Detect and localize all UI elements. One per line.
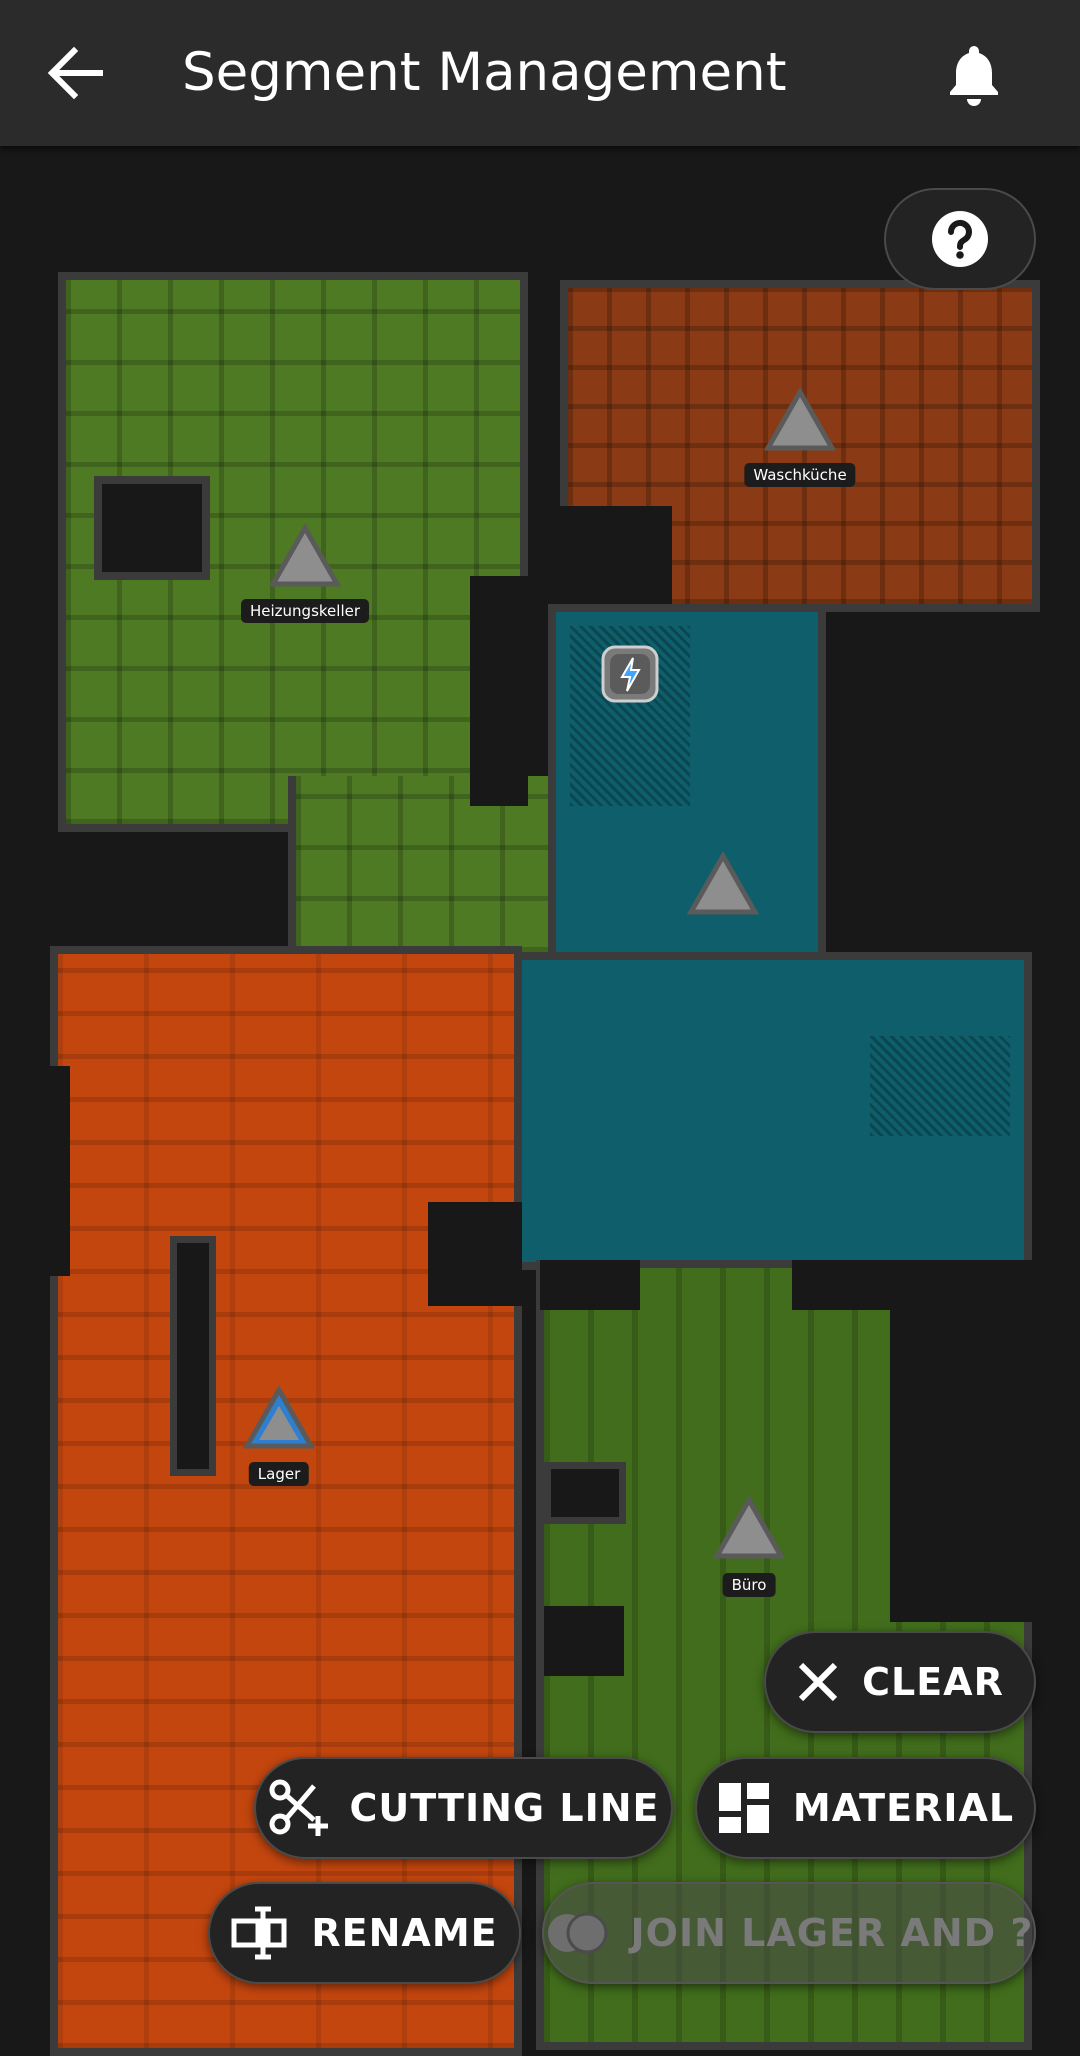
join-button[interactable]: JOIN LAGER AND ? (542, 1882, 1036, 1984)
wall-block (544, 1462, 626, 1524)
close-icon (799, 1662, 838, 1702)
segment-label-heizungskeller: Heizungskeller (240, 599, 370, 623)
segment-label-lager: Lager (248, 1462, 310, 1486)
bell-icon[interactable] (944, 40, 1004, 106)
join-label: JOIN LAGER AND ? (630, 1911, 1034, 1955)
dashboard-icon (718, 1783, 769, 1833)
wall-block (540, 1260, 640, 1310)
wall-block (470, 576, 528, 806)
clear-label: CLEAR (862, 1660, 1004, 1704)
wall-block (890, 1310, 1032, 1622)
page-title: Segment Management (182, 42, 787, 103)
segment-marker-waschkueche[interactable] (764, 388, 836, 452)
help-button[interactable] (884, 188, 1036, 290)
set-merge-icon (547, 1912, 608, 1954)
cutting-line-label: CUTTING LINE (349, 1786, 660, 1830)
help-circle-icon (932, 211, 988, 267)
rename-button[interactable]: RENAME (208, 1882, 521, 1984)
wall-block (544, 1606, 624, 1676)
dock-station (600, 644, 660, 704)
segment-label-buero: Büro (722, 1573, 776, 1597)
arrow-left-icon[interactable] (40, 40, 112, 106)
segment-label-waschkueche: Waschküche (744, 463, 856, 487)
scissors-plus-icon (269, 1779, 328, 1836)
cutting-line-button[interactable]: CUTTING LINE (254, 1757, 673, 1859)
wall-block (170, 1236, 216, 1476)
wall-block (826, 612, 1040, 952)
segment-map: Heizungskeller Waschküche Lager Büro (0, 146, 1080, 2056)
rename-label: RENAME (311, 1911, 498, 1955)
floor-texture (870, 1036, 1010, 1136)
rename-box-icon (231, 1906, 287, 1960)
segment-marker-lager[interactable] (243, 1386, 315, 1450)
lightning-icon (601, 645, 659, 703)
segment-marker-buero[interactable] (713, 1496, 785, 1560)
clear-button[interactable]: CLEAR (764, 1631, 1036, 1733)
app-bar: Segment Management (0, 0, 1080, 146)
segment-marker-heizungskeller[interactable] (269, 524, 341, 588)
wall-block (94, 476, 210, 580)
material-label: MATERIAL (792, 1786, 1015, 1830)
wall-block (428, 1202, 522, 1306)
material-button[interactable]: MATERIAL (695, 1757, 1036, 1859)
segment-marker-unnamed[interactable] (687, 852, 759, 916)
wall-block (792, 1260, 1032, 1310)
wall-block (50, 1066, 70, 1276)
wall-block (560, 506, 672, 612)
